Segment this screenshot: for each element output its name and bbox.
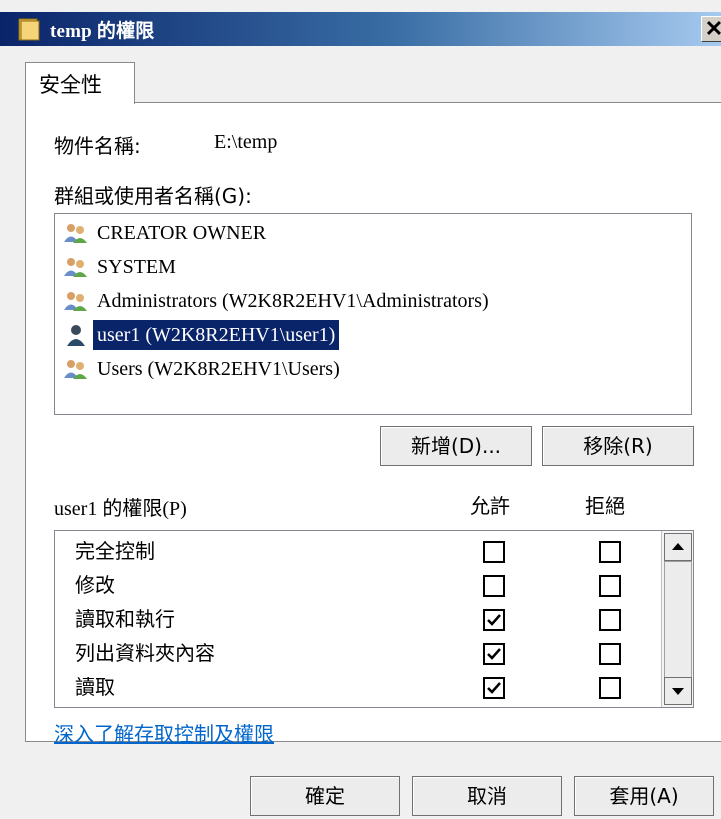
allow-checkbox[interactable] <box>483 643 505 665</box>
list-item-administrators[interactable]: Administrators (W2K8R2EHV1\Administrator… <box>63 286 687 316</box>
permissions-label: user1 的權限(P) <box>54 498 187 520</box>
deny-column-header: 拒絕 <box>585 494 625 518</box>
permission-row: 修改 <box>55 567 659 601</box>
list-item-users[interactable]: Users (W2K8R2EHV1\Users) <box>63 354 687 384</box>
scroll-down-button[interactable] <box>664 677 692 705</box>
group-icon <box>63 358 89 380</box>
apply-button[interactable]: 套用(A) <box>574 776 714 816</box>
permission-name: 修改 <box>75 573 115 597</box>
window-title: temp 的權限 <box>50 21 155 42</box>
group-icon <box>63 256 89 278</box>
list-item-user1[interactable]: user1 (W2K8R2EHV1\user1) <box>63 320 687 350</box>
remove-button[interactable]: 移除(R) <box>542 426 694 466</box>
permission-row: 完全控制 <box>55 533 659 567</box>
permission-row: 讀取 <box>55 669 659 703</box>
object-name-value: E:\temp <box>214 131 278 153</box>
principal-name: CREATOR OWNER <box>97 222 267 244</box>
principal-name: SYSTEM <box>97 256 176 278</box>
principal-name: Administrators (W2K8R2EHV1\Administrator… <box>97 290 489 312</box>
checkmark-icon <box>487 682 501 694</box>
cancel-button[interactable]: 取消 <box>412 776 562 816</box>
deny-checkbox[interactable] <box>599 575 621 597</box>
principal-name: user1 (W2K8R2EHV1\user1) <box>93 320 340 350</box>
deny-checkbox[interactable] <box>599 677 621 699</box>
permission-name: 讀取 <box>75 675 115 699</box>
permission-name: 列出資料夾內容 <box>75 641 215 665</box>
arrow-down-icon <box>672 688 684 695</box>
add-button[interactable]: 新增(D)... <box>380 426 532 466</box>
list-item-creator-owner[interactable]: CREATOR OWNER <box>63 218 687 248</box>
ok-button[interactable]: 確定 <box>250 776 400 816</box>
checkmark-icon <box>487 648 501 660</box>
user-icon <box>63 324 89 346</box>
permission-row: 讀取和執行 <box>55 601 659 635</box>
close-icon: ✕ <box>704 16 721 41</box>
deny-checkbox[interactable] <box>599 609 621 631</box>
allow-checkbox[interactable] <box>483 541 505 563</box>
permission-row: 列出資料夾內容 <box>55 635 659 669</box>
scroll-up-button[interactable] <box>664 533 692 561</box>
group-icon <box>63 290 89 312</box>
principals-label: 群組或使用者名稱(G): <box>54 184 252 208</box>
deny-checkbox[interactable] <box>599 541 621 563</box>
allow-column-header: 允許 <box>470 494 510 518</box>
scroll-thumb[interactable] <box>664 561 692 679</box>
object-name-label: 物件名稱: <box>54 134 141 158</box>
title-bar[interactable]: temp 的權限 ✕ <box>0 12 721 46</box>
tab-security[interactable]: 安全性 <box>25 62 135 104</box>
permission-name: 讀取和執行 <box>75 607 175 631</box>
permissions-list: 完全控制 修改 讀取和執行 列出資料夾內容 讀取 <box>54 530 694 708</box>
deny-checkbox[interactable] <box>599 643 621 665</box>
permissions-scrollbar[interactable] <box>661 531 693 707</box>
allow-checkbox[interactable] <box>483 575 505 597</box>
allow-checkbox[interactable] <box>483 677 505 699</box>
checkmark-icon <box>487 614 501 626</box>
allow-checkbox[interactable] <box>483 609 505 631</box>
permissions-dialog: temp 的權限 ✕ 安全性 物件名稱: E:\temp 群組或使用者名稱(G)… <box>0 0 721 819</box>
principals-list[interactable]: CREATOR OWNER SYSTEM Administrators (W2K… <box>54 213 692 415</box>
help-link[interactable]: 深入了解存取控制及權限 <box>54 718 274 747</box>
folder-icon <box>18 17 40 41</box>
close-button[interactable]: ✕ <box>701 16 721 42</box>
arrow-up-icon <box>672 543 684 550</box>
list-item-system[interactable]: SYSTEM <box>63 252 687 282</box>
principal-name: Users (W2K8R2EHV1\Users) <box>97 358 340 380</box>
permission-name: 完全控制 <box>75 539 155 563</box>
group-icon <box>63 222 89 244</box>
